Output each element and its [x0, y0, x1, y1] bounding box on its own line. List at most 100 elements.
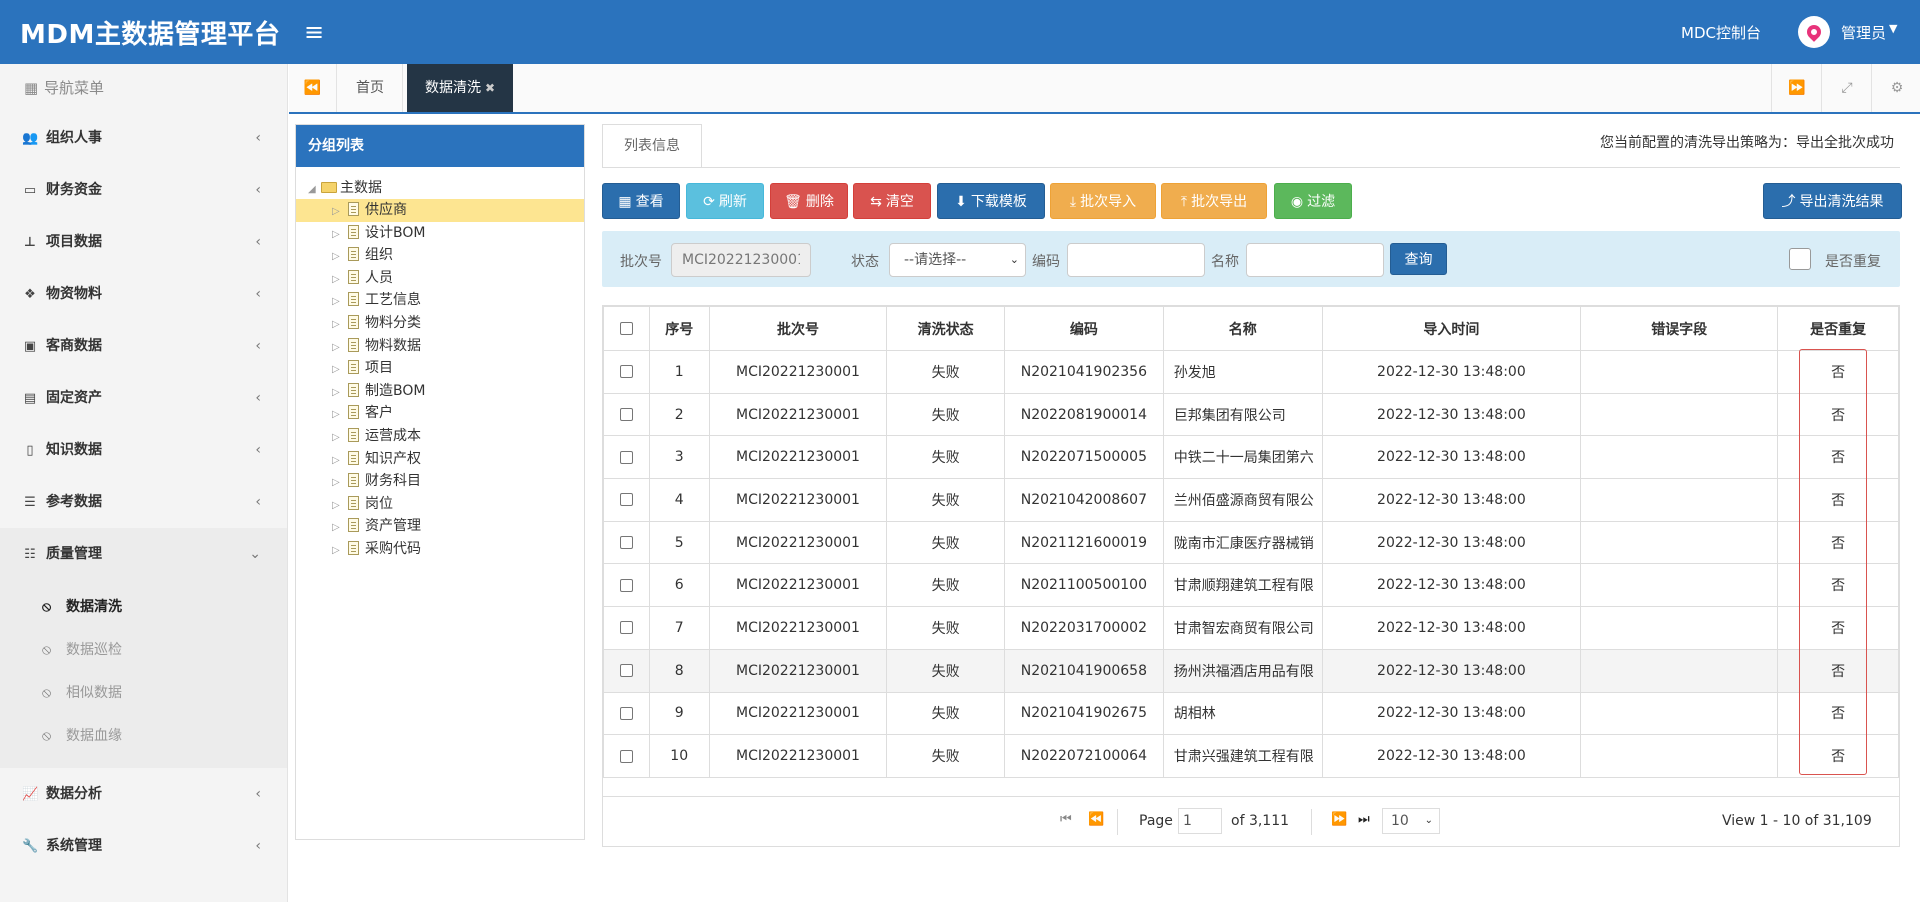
- tab-list-info[interactable]: 列表信息: [602, 124, 702, 168]
- sidebar-subitem-similar[interactable]: ⦸ 相似数据: [0, 672, 287, 715]
- tree-node[interactable]: ▷ 岗位: [296, 493, 584, 516]
- row-checkbox[interactable]: [619, 664, 633, 678]
- delete-button[interactable]: 🗑 删除: [770, 183, 848, 219]
- view-button[interactable]: ▦ 查看: [602, 183, 680, 219]
- expand-triangle-icon[interactable]: ▷: [332, 337, 342, 359]
- tab-scroll-left-icon[interactable]: ⏪: [289, 64, 337, 112]
- tree-node[interactable]: ▷ 资产管理: [296, 515, 584, 538]
- sidebar-item-analysis[interactable]: 📈 数据分析 ‹: [0, 768, 287, 820]
- table-row[interactable]: 7 MCI20221230001 失败 N2022031700002 甘肃智宏商贸有限公…: [603, 606, 1899, 650]
- name-input[interactable]: [1246, 243, 1384, 277]
- tree-node[interactable]: ▷ 客户: [296, 402, 584, 425]
- tree-node[interactable]: ▷ 采购代码: [296, 538, 584, 561]
- sidebar-subitem-clean[interactable]: ⦸ 数据清洗: [0, 586, 287, 629]
- close-icon[interactable]: ✖: [485, 81, 495, 95]
- sidebar-item-system[interactable]: 🔧 系统管理 ‹: [0, 820, 287, 872]
- sidebar-item-project[interactable]: ⊥ 项目数据 ‹: [0, 216, 287, 268]
- table-row[interactable]: 9 MCI20221230001 失败 N2021041902675 胡相林 2022-1…: [603, 691, 1899, 736]
- sidebar-item-reference[interactable]: ☰ 参考数据 ‹: [0, 476, 287, 528]
- tree-node[interactable]: ▷ 人员: [296, 267, 584, 290]
- mdc-console-link[interactable]: MDC控制台: [1681, 22, 1761, 43]
- status-select[interactable]: --请选择-- ⌄: [889, 243, 1026, 277]
- tree-node[interactable]: ▷ 财务科目: [296, 470, 584, 493]
- table-row[interactable]: 8 MCI20221230001 失败 N2021041900658 扬州洪福酒店用品有…: [603, 648, 1899, 693]
- row-checkbox[interactable]: [619, 706, 633, 720]
- column-header[interactable]: 序号: [648, 306, 710, 351]
- row-checkbox[interactable]: [619, 493, 633, 507]
- tree-node[interactable]: ▷ 运营成本: [296, 425, 584, 448]
- row-checkbox[interactable]: [619, 621, 633, 635]
- table-row[interactable]: 2 MCI20221230001 失败 N2022081900014 巨邦集团有限公司 2…: [603, 392, 1899, 437]
- sidebar-item-customer[interactable]: ▣ 客商数据 ‹: [0, 320, 287, 372]
- expand-triangle-icon[interactable]: ▷: [332, 246, 342, 268]
- table-row[interactable]: 3 MCI20221230001 失败 N2022071500005 中铁二十一局集团第…: [603, 435, 1899, 480]
- expand-triangle-icon[interactable]: ▷: [332, 450, 342, 472]
- expand-triangle-icon[interactable]: ▷: [332, 427, 342, 449]
- clear-button[interactable]: ⇆ 清空: [853, 183, 931, 219]
- collapse-triangle-icon[interactable]: ◢: [308, 179, 318, 201]
- page-size-select[interactable]: 10 ⌄: [1382, 808, 1440, 834]
- tree-node[interactable]: ▷ 知识产权: [296, 448, 584, 471]
- query-button[interactable]: 查询: [1390, 243, 1447, 275]
- caret-down-icon[interactable]: ▼: [1889, 22, 1897, 35]
- expand-triangle-icon[interactable]: ▷: [332, 224, 342, 246]
- column-header[interactable]: 名称: [1162, 306, 1323, 351]
- tree-node[interactable]: ▷ 设计BOM: [296, 222, 584, 245]
- sidebar-subitem-lineage[interactable]: ⦸ 数据血缘: [0, 715, 287, 758]
- is-duplicate-checkbox[interactable]: [1789, 248, 1811, 270]
- expand-triangle-icon[interactable]: ▷: [332, 495, 342, 517]
- sidebar-item-asset[interactable]: ▤ 固定资产 ‹: [0, 372, 287, 424]
- row-checkbox[interactable]: [619, 408, 633, 422]
- sidebar-item-finance[interactable]: ▭ 财务资金 ‹: [0, 164, 287, 216]
- tree-node[interactable]: ▷ 物料数据: [296, 335, 584, 358]
- gear-icon[interactable]: ⚙: [1871, 64, 1920, 112]
- tab-data-clean[interactable]: 数据清洗 ✖: [407, 64, 514, 112]
- column-header[interactable]: 是否重复: [1777, 306, 1899, 351]
- expand-triangle-icon[interactable]: ▷: [332, 517, 342, 539]
- fullscreen-icon[interactable]: ⤢: [1821, 64, 1872, 112]
- expand-triangle-icon[interactable]: ▷: [332, 291, 342, 313]
- filter-button[interactable]: ◉ 过滤: [1274, 183, 1352, 219]
- column-header[interactable]: 导入时间: [1321, 306, 1582, 351]
- tree-node[interactable]: ▷ 制造BOM: [296, 380, 584, 403]
- next-page-icon[interactable]: ⏩: [1331, 812, 1347, 827]
- batch-no-input[interactable]: [671, 243, 811, 277]
- menu-toggle-icon[interactable]: ≡: [304, 18, 324, 46]
- row-checkbox[interactable]: [619, 578, 633, 592]
- expand-triangle-icon[interactable]: ▷: [332, 540, 342, 562]
- sidebar-subitem-inspect[interactable]: ⦸ 数据巡检: [0, 629, 287, 672]
- table-row[interactable]: 6 MCI20221230001 失败 N2021100500100 甘肃顺翔建筑工程有…: [603, 563, 1899, 608]
- batch-import-button[interactable]: ⤓ 批次导入: [1050, 183, 1156, 219]
- refresh-button[interactable]: ⟳ 刷新: [686, 183, 764, 219]
- tree-node[interactable]: ▷ 供应商: [296, 199, 584, 222]
- sidebar-item-quality[interactable]: ☷ 质量管理 ⌄: [0, 528, 287, 580]
- tree-node[interactable]: ▷ 项目: [296, 357, 584, 380]
- column-header[interactable]: 批次号: [708, 306, 888, 351]
- sidebar-item-org[interactable]: 👥 组织人事 ‹: [0, 112, 287, 164]
- tree-root[interactable]: ◢ 主数据: [296, 177, 584, 199]
- table-row[interactable]: 10 MCI20221230001 失败 N2022072100064 甘肃兴强建筑工程…: [603, 734, 1899, 778]
- prev-page-icon[interactable]: ⏪: [1088, 812, 1104, 827]
- row-checkbox[interactable]: [619, 536, 633, 550]
- user-name[interactable]: 管理员: [1841, 22, 1886, 43]
- code-input[interactable]: [1067, 243, 1205, 277]
- column-header[interactable]: 编码: [1003, 306, 1164, 351]
- expand-triangle-icon[interactable]: ▷: [332, 269, 342, 291]
- expand-triangle-icon[interactable]: ▷: [332, 359, 342, 381]
- last-page-icon[interactable]: ⏭: [1358, 812, 1370, 827]
- sidebar-item-knowledge[interactable]: ▯ 知识数据 ‹: [0, 424, 287, 476]
- column-header[interactable]: 错误字段: [1580, 306, 1779, 351]
- expand-triangle-icon[interactable]: ▷: [332, 472, 342, 494]
- expand-triangle-icon[interactable]: ▷: [332, 201, 342, 223]
- tree-node[interactable]: ▷ 工艺信息: [296, 289, 584, 312]
- row-checkbox[interactable]: [619, 450, 633, 464]
- export-clean-result-button[interactable]: ⤴ 导出清洗结果: [1763, 183, 1902, 219]
- batch-export-button[interactable]: ⤒ 批次导出: [1161, 183, 1267, 219]
- table-row[interactable]: 4 MCI20221230001 失败 N2021042008607 兰州佰盛源商贸有限…: [603, 478, 1899, 522]
- column-header[interactable]: 清洗状态: [886, 306, 1005, 351]
- select-all-checkbox[interactable]: [619, 322, 633, 335]
- page-number-input[interactable]: [1178, 808, 1222, 834]
- expand-triangle-icon[interactable]: ▷: [332, 314, 342, 336]
- sidebar-item-material[interactable]: ❖ 物资物料 ‹: [0, 268, 287, 320]
- tab-home[interactable]: 首页: [338, 64, 403, 112]
